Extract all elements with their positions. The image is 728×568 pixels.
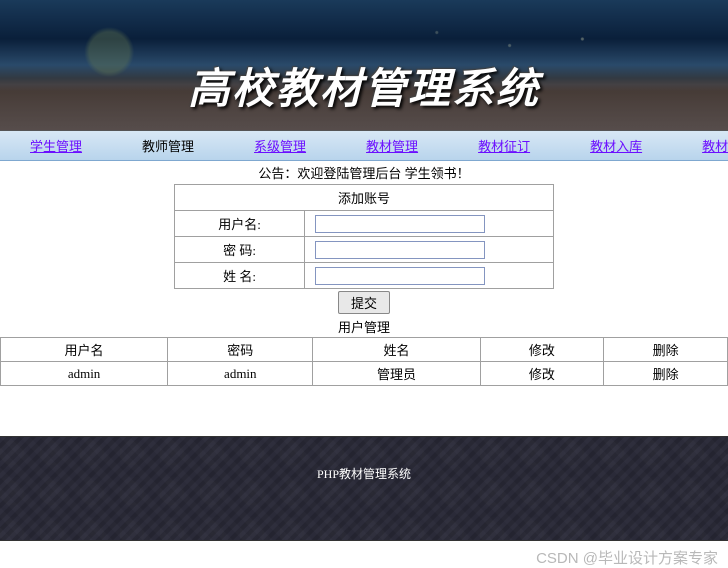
table-row: admin admin 管理员 修改 删除 [1,362,728,386]
th-password: 密码 [168,338,313,362]
nav-textbook[interactable]: 教材管理 [336,134,448,157]
banner: 高校教材管理系统 [0,0,728,131]
user-mgmt-title: 用户管理 [0,316,728,337]
th-username: 用户名 [1,338,168,362]
nav-teacher[interactable]: 教师管理 [112,134,224,157]
submit-button[interactable]: 提交 [338,291,390,314]
nav-student[interactable]: 学生管理 [0,134,112,157]
th-name: 姓名 [313,338,480,362]
nav-order[interactable]: 教材征订 [448,134,560,157]
footer-text: PHP教材管理系统 [317,467,411,481]
watermark: CSDN @毕业设计方案专家 [536,547,718,568]
form-title: 添加账号 [175,185,554,211]
table-header-row: 用户名 密码 姓名 修改 删除 [1,338,728,362]
username-label: 用户名: [175,211,305,237]
site-title: 高校教材管理系统 [0,55,728,116]
main-nav: 学生管理 教师管理 系级管理 教材管理 教材征订 教材入库 教材发放 用户管 [0,131,728,161]
cell-username: admin [1,362,168,386]
nav-distribute[interactable]: 教材发放 [672,134,728,157]
user-table: 用户名 密码 姓名 修改 删除 admin admin 管理员 修改 删除 [0,337,728,386]
footer: PHP教材管理系统 CSDN @毕业设计方案专家 [0,436,728,541]
add-account-form: 添加账号 用户名: 密 码: 姓 名: [174,184,554,289]
announcement: 公告：欢迎登陆管理后台 学生领书！ [0,161,728,184]
username-input[interactable] [315,215,485,233]
cell-delete[interactable]: 删除 [604,362,728,386]
cell-name: 管理员 [313,362,480,386]
password-label: 密 码: [175,237,305,263]
name-label: 姓 名: [175,263,305,289]
password-input[interactable] [315,241,485,259]
name-input[interactable] [315,267,485,285]
cell-edit[interactable]: 修改 [480,362,604,386]
th-edit: 修改 [480,338,604,362]
nav-stockin[interactable]: 教材入库 [560,134,672,157]
cell-password: admin [168,362,313,386]
th-delete: 删除 [604,338,728,362]
nav-department[interactable]: 系级管理 [224,134,336,157]
